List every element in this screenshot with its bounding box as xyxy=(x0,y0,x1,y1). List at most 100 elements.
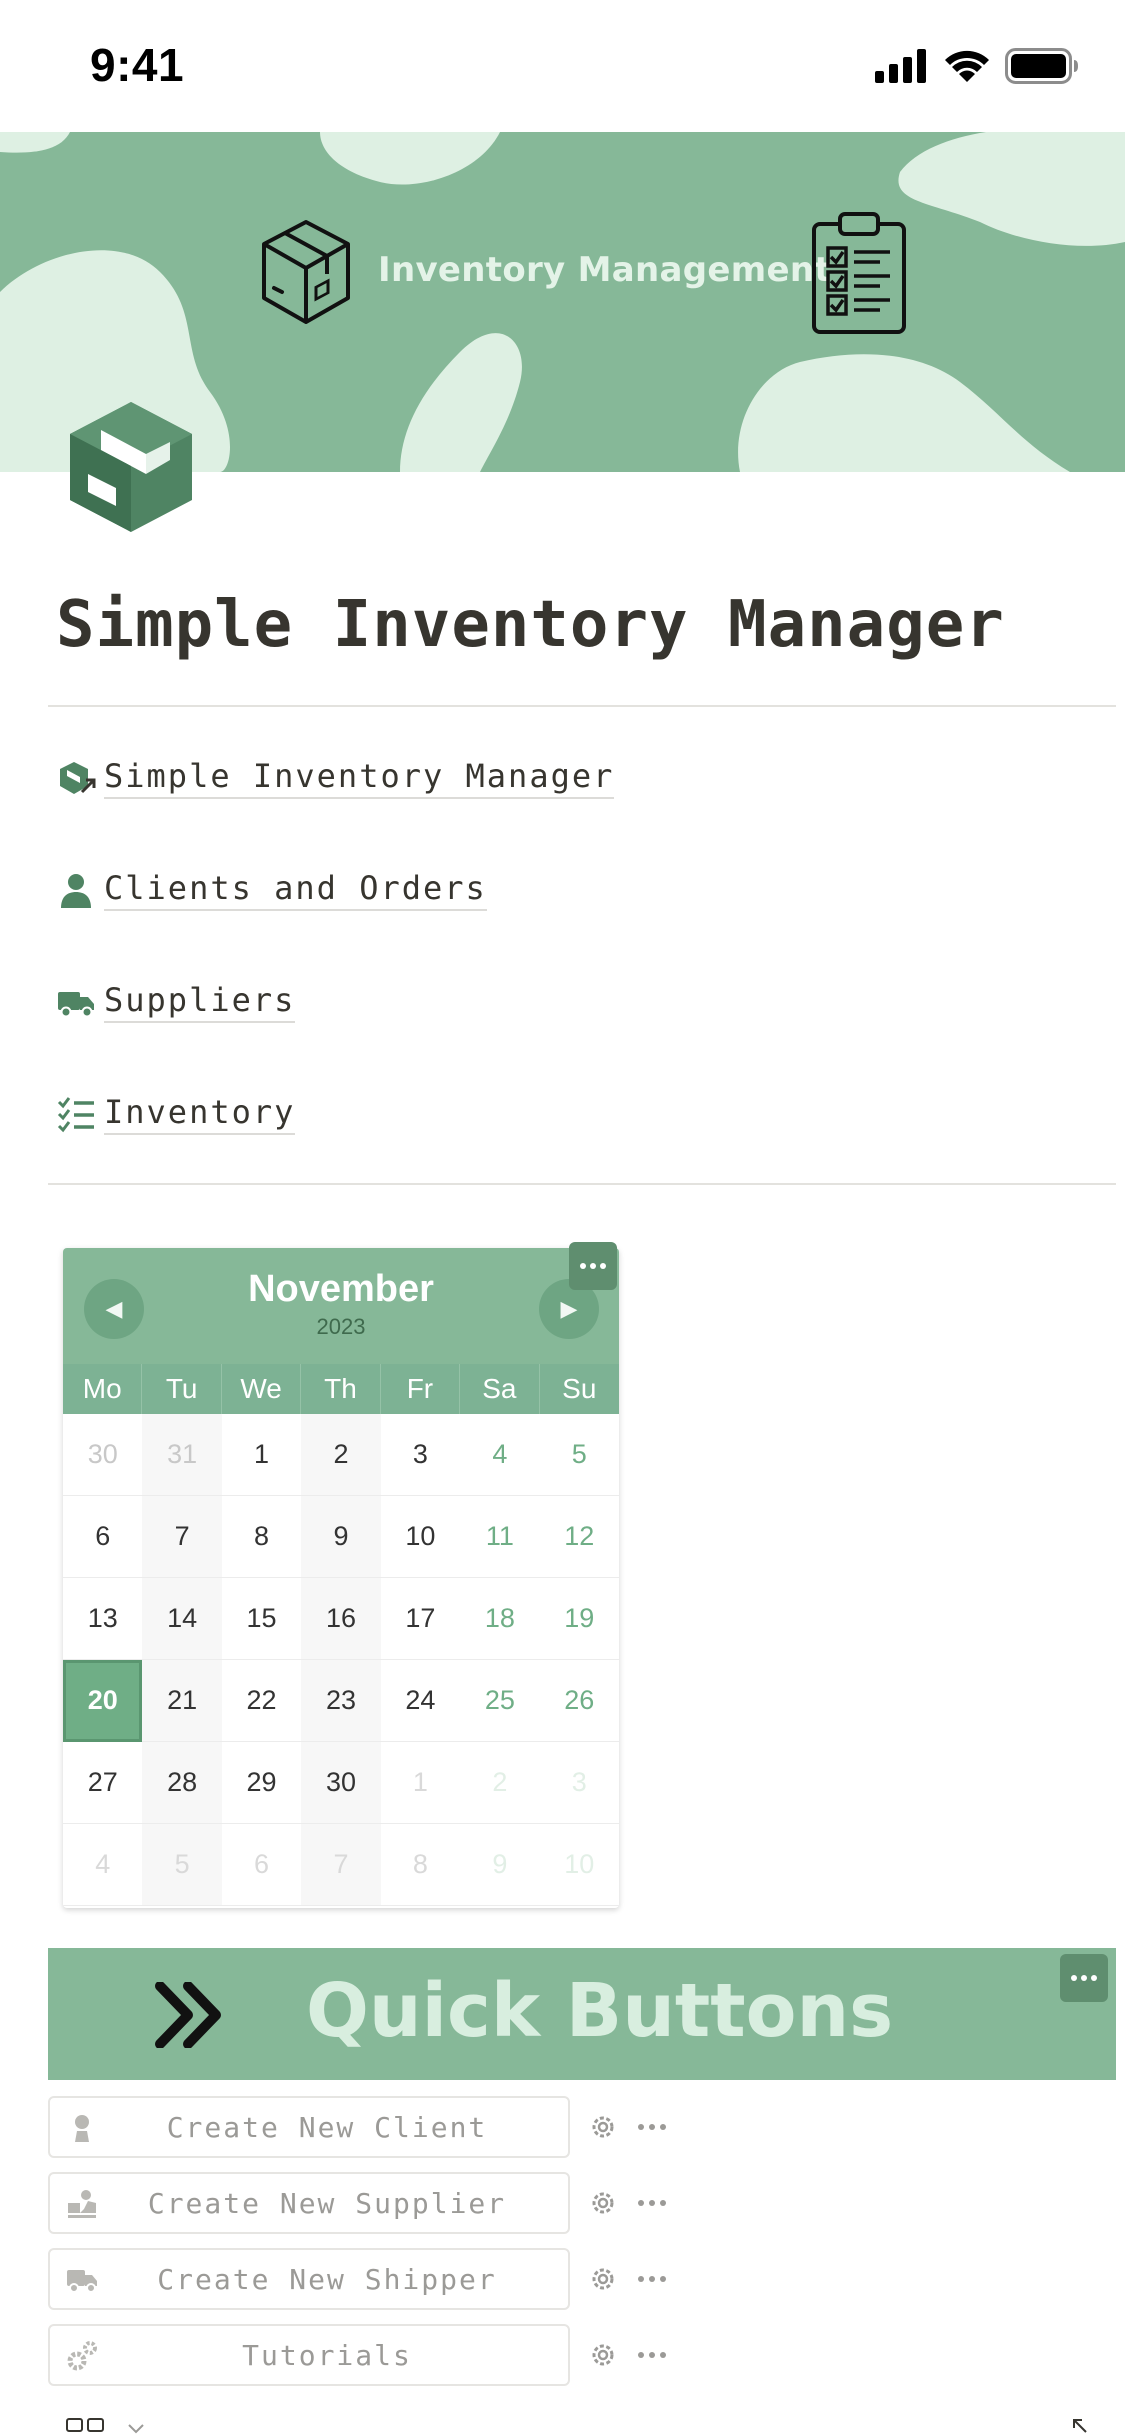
calendar-year: 2023 xyxy=(316,1314,366,1339)
calendar-day[interactable]: 9 xyxy=(460,1824,540,1906)
calendar-day[interactable]: 8 xyxy=(221,1496,302,1578)
calendar-day[interactable]: 30 xyxy=(301,1742,381,1824)
settings-gear-icon[interactable] xyxy=(588,2264,618,2294)
button-label: Create New Shipper xyxy=(157,2262,497,2296)
link-simple-inventory-manager[interactable]: Simple Inventory Manager xyxy=(54,750,615,806)
gears-icon xyxy=(64,2338,100,2374)
quick-buttons-banner: Quick Buttons xyxy=(48,1948,1116,2080)
weekday-label: Fr xyxy=(381,1364,461,1414)
more-options-icon[interactable] xyxy=(636,2118,668,2136)
create-new-shipper-button[interactable]: Create New Shipper xyxy=(48,2248,570,2310)
quick-buttons-more-button[interactable] xyxy=(1060,1954,1108,2002)
supplier-icon xyxy=(64,2186,100,2222)
calendar-day[interactable]: 6 xyxy=(63,1496,143,1578)
settings-gear-icon[interactable] xyxy=(588,2112,618,2142)
more-options-icon[interactable] xyxy=(636,2194,668,2212)
calendar-day[interactable]: 12 xyxy=(539,1496,619,1578)
divider-bottom xyxy=(48,1183,1116,1185)
calendar-day[interactable]: 26 xyxy=(539,1660,619,1742)
wifi-icon xyxy=(945,50,989,82)
link-inventory[interactable]: Inventory xyxy=(54,1086,296,1142)
clipboard-checklist-icon xyxy=(812,212,906,334)
settings-gear-icon[interactable] xyxy=(588,2188,618,2218)
calendar-day[interactable]: 9 xyxy=(301,1496,381,1578)
gallery-view-icon[interactable] xyxy=(66,2418,106,2434)
calendar-day[interactable]: 28 xyxy=(142,1742,222,1824)
calendar-day[interactable]: 19 xyxy=(539,1578,619,1660)
status-icons xyxy=(875,48,1079,84)
calendar-day[interactable]: 29 xyxy=(221,1742,302,1824)
calendar-weekday-row: Mo Tu We Th Fr Sa Su xyxy=(63,1364,619,1414)
bottom-toolbar xyxy=(0,2410,1125,2436)
calendar-day[interactable]: 18 xyxy=(460,1578,540,1660)
person-icon xyxy=(64,2110,100,2146)
weekday-label: Mo xyxy=(63,1364,143,1414)
calendar-day[interactable]: 14 xyxy=(142,1578,222,1660)
link-suppliers[interactable]: Suppliers xyxy=(54,974,296,1030)
truck-icon xyxy=(54,980,98,1024)
calendar-day[interactable]: 1 xyxy=(221,1414,302,1496)
calendar-month: November xyxy=(248,1268,434,1310)
calendar-header: ◀ November 2023 ▶ xyxy=(63,1248,619,1364)
calendar-day[interactable]: 10 xyxy=(539,1824,619,1906)
chevron-down-icon[interactable] xyxy=(126,2422,146,2436)
calendar-day[interactable]: 31 xyxy=(142,1414,222,1496)
calendar-day[interactable]: 7 xyxy=(142,1496,222,1578)
calendar-widget[interactable]: ◀ November 2023 ▶ Mo Tu We Th Fr Sa Su 30 31 1 2 3… xyxy=(63,1248,619,1908)
calendar-day[interactable]: 15 xyxy=(221,1578,302,1660)
calendar-day[interactable]: 2 xyxy=(460,1742,540,1824)
link-label[interactable]: Suppliers xyxy=(104,981,296,1023)
weekday-label: Th xyxy=(301,1364,381,1414)
cellular-signal-icon xyxy=(875,49,926,83)
box-icon xyxy=(262,220,350,324)
calendar-day[interactable]: 25 xyxy=(460,1660,540,1742)
quick-buttons-title: Quick Buttons xyxy=(306,1968,894,2054)
calendar-day[interactable]: 24 xyxy=(380,1660,461,1742)
calendar-day[interactable]: 8 xyxy=(380,1824,461,1906)
create-new-supplier-button[interactable]: Create New Supplier xyxy=(48,2172,570,2234)
weekday-label: We xyxy=(222,1364,302,1414)
calendar-day[interactable]: 16 xyxy=(301,1578,381,1660)
calendar-more-button[interactable] xyxy=(569,1242,617,1290)
calendar-day[interactable]: 1 xyxy=(380,1742,461,1824)
cover-title: Inventory Management xyxy=(378,250,831,290)
calendar-day[interactable]: 2 xyxy=(301,1414,381,1496)
calendar-day[interactable]: 22 xyxy=(221,1660,302,1742)
calendar-day[interactable]: 13 xyxy=(63,1578,143,1660)
calendar-day[interactable]: 5 xyxy=(142,1824,222,1906)
status-bar: 9:41 xyxy=(0,0,1125,132)
weekday-label: Sa xyxy=(460,1364,540,1414)
double-chevron-right-icon xyxy=(155,1982,221,2048)
create-new-client-button[interactable]: Create New Client xyxy=(48,2096,570,2158)
calendar-day[interactable]: 7 xyxy=(301,1824,381,1906)
calendar-day[interactable]: 23 xyxy=(301,1660,381,1742)
checklist-icon xyxy=(54,1092,98,1136)
calendar-day[interactable]: 6 xyxy=(221,1824,302,1906)
link-label[interactable]: Clients and Orders xyxy=(104,869,487,911)
battery-icon xyxy=(1005,48,1078,84)
button-label: Create New Client xyxy=(166,2110,488,2144)
calendar-day[interactable]: 3 xyxy=(539,1742,619,1824)
page-title: Simple Inventory Manager xyxy=(56,588,1005,662)
more-options-icon[interactable] xyxy=(636,2346,668,2364)
link-clients-and-orders[interactable]: Clients and Orders xyxy=(54,862,487,918)
page-icon[interactable] xyxy=(66,400,196,534)
link-label[interactable]: Inventory xyxy=(104,1093,296,1135)
more-options-icon[interactable] xyxy=(636,2270,668,2288)
calendar-day[interactable]: 30 xyxy=(63,1414,143,1496)
calendar-day[interactable]: 3 xyxy=(380,1414,461,1496)
calendar-day-today[interactable]: 20 xyxy=(63,1660,143,1742)
calendar-day[interactable]: 17 xyxy=(380,1578,461,1660)
calendar-day[interactable]: 21 xyxy=(142,1660,222,1742)
collapse-arrow-icon[interactable] xyxy=(1070,2416,1090,2436)
person-icon xyxy=(54,868,98,912)
link-label[interactable]: Simple Inventory Manager xyxy=(104,757,615,799)
calendar-day[interactable]: 4 xyxy=(63,1824,143,1906)
calendar-day[interactable]: 4 xyxy=(460,1414,540,1496)
tutorials-button[interactable]: Tutorials xyxy=(48,2324,570,2386)
calendar-day[interactable]: 10 xyxy=(380,1496,461,1578)
calendar-day[interactable]: 27 xyxy=(63,1742,143,1824)
calendar-day[interactable]: 5 xyxy=(539,1414,619,1496)
settings-gear-icon[interactable] xyxy=(588,2340,618,2370)
calendar-day[interactable]: 11 xyxy=(460,1496,540,1578)
